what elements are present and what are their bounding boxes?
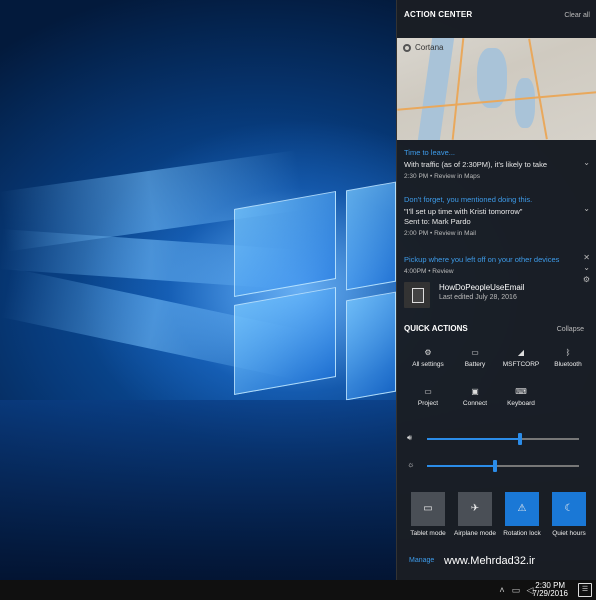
cortana-icon	[403, 43, 411, 52]
moon-icon: ☾	[564, 503, 574, 514]
quick-actions-title: QUICK ACTIONS	[404, 324, 468, 333]
action-center-panel: ACTION CENTER Clear all Cortana Time to …	[396, 0, 596, 580]
battery-icon: ▭	[471, 348, 479, 357]
rotation-lock-icon: ⚠	[517, 503, 527, 514]
notification-meta: 4:00PM • Review	[404, 268, 454, 275]
map-water	[417, 38, 455, 140]
tablet-icon: ▭	[423, 503, 433, 514]
quick-action-battery[interactable]: ▭ Battery	[452, 347, 498, 377]
slider-fill	[427, 438, 520, 440]
rotation-lock-tile[interactable]: ⚠	[505, 492, 539, 526]
notification-center-icon[interactable]: ☰	[578, 583, 592, 597]
quick-action-label: Project	[417, 400, 439, 407]
quick-action-label: Connect	[462, 400, 488, 407]
notification-body: "I'll set up time with Kristi tomorrow"	[404, 207, 523, 216]
notification-header: Pickup where you left off on your other …	[404, 255, 560, 264]
airplane-icon: ✈	[470, 503, 480, 514]
brightness-icon: ☼	[407, 460, 415, 469]
gear-icon: ⚙	[424, 348, 432, 357]
document-title: HowDoPeopleUseEmail	[439, 283, 525, 292]
gear-icon[interactable]: ⚙	[583, 275, 590, 284]
map-road	[451, 38, 465, 140]
quiet-hours-tile[interactable]: ☾	[552, 492, 586, 526]
notification-meta: 2:00 PM • Review in Mail	[404, 230, 476, 237]
tablet-mode-tile[interactable]: ▭	[411, 492, 445, 526]
notification-header: Don't forget, you mentioned doing this.	[404, 195, 533, 204]
quick-action-label: All settings	[412, 361, 444, 368]
quick-action-wifi[interactable]: ◢ MSFTCORP	[498, 347, 544, 377]
quick-action-label: Bluetooth	[554, 361, 582, 368]
document-icon	[404, 282, 430, 308]
notification-recipient: Sent to: Mark Pardo	[404, 217, 471, 226]
brightness-slider[interactable]: ☼	[407, 460, 585, 472]
windows-logo-pane	[346, 181, 396, 291]
cortana-header: Cortana	[403, 43, 443, 52]
chevron-down-icon[interactable]: ⌄	[583, 263, 590, 272]
quick-action-keyboard[interactable]: ⌨ Keyboard	[498, 386, 544, 416]
cortana-map[interactable]: Cortana	[397, 38, 596, 140]
quick-action-bluetooth[interactable]: ᛒ Bluetooth	[545, 347, 591, 377]
connect-icon: ▣	[471, 387, 479, 396]
notification-maps[interactable]: Time to leave... With traffic (as of 2:3…	[404, 148, 590, 180]
chevron-up-icon[interactable]: ˄	[496, 584, 508, 596]
project-icon: ▭	[424, 387, 432, 396]
tile-label: Airplane mode	[454, 530, 496, 537]
cortana-label: Cortana	[415, 43, 444, 52]
windows-logo-pane	[234, 287, 336, 395]
notification-mail[interactable]: Don't forget, you mentioned doing this. …	[404, 195, 590, 237]
bluetooth-icon: ᛒ	[565, 348, 571, 357]
slider-thumb[interactable]	[493, 460, 497, 472]
taskbar: ˄ ▭ ◁ 2:30 PM 7/29/2016 ☰	[0, 580, 596, 600]
network-icon[interactable]: ▭	[510, 584, 522, 596]
slider-fill	[427, 465, 495, 467]
airplane-mode-tile[interactable]: ✈	[458, 492, 492, 526]
quick-action-connect[interactable]: ▣ Connect	[452, 386, 498, 416]
notification-meta: 2:30 PM • Review in Maps	[404, 173, 480, 180]
windows-logo-pane	[234, 191, 336, 297]
map-water	[515, 78, 535, 128]
quick-action-all-settings[interactable]: ⚙ All settings	[405, 347, 451, 377]
quick-action-label: Keyboard	[507, 400, 535, 407]
watermark-text: www.Mehrdad32.ir	[444, 555, 536, 567]
quick-action-project[interactable]: ▭ Project	[405, 386, 451, 416]
quick-action-label: Battery	[464, 361, 486, 368]
clear-all-button[interactable]: Clear all	[564, 12, 590, 19]
tile-label: Tablet mode	[410, 530, 446, 537]
tile-label: Quiet hours	[552, 530, 586, 537]
tile-label: Rotation lock	[503, 530, 541, 537]
wifi-icon: ◢	[517, 348, 525, 357]
document-subtitle: Last edited July 28, 2016	[439, 294, 517, 301]
action-center-title: ACTION CENTER	[404, 10, 473, 19]
quick-action-label: MSFTCORP	[502, 361, 540, 368]
close-icon[interactable]: ✕	[583, 253, 590, 262]
taskbar-date: 7/29/2016	[532, 589, 568, 598]
chevron-down-icon[interactable]: ⌄	[583, 158, 590, 167]
slider-thumb[interactable]	[518, 433, 522, 445]
manage-notifications-link[interactable]: Manage	[409, 557, 434, 564]
notification-body: With traffic (as of 2:30PM), it's likely…	[404, 160, 548, 169]
taskbar-clock[interactable]: 2:30 PM 7/29/2016	[532, 582, 568, 598]
collapse-button[interactable]: Collapse	[557, 326, 584, 333]
notification-pickup[interactable]: Pickup where you left off on your other …	[404, 255, 590, 275]
chevron-down-icon[interactable]: ⌄	[583, 204, 590, 213]
notification-header: Time to leave...	[404, 148, 455, 157]
windows-logo-pane	[346, 291, 396, 401]
speaker-icon: 🔊︎	[407, 433, 413, 442]
volume-slider[interactable]: 🔊︎	[407, 433, 585, 445]
keyboard-icon: ⌨	[515, 387, 527, 396]
